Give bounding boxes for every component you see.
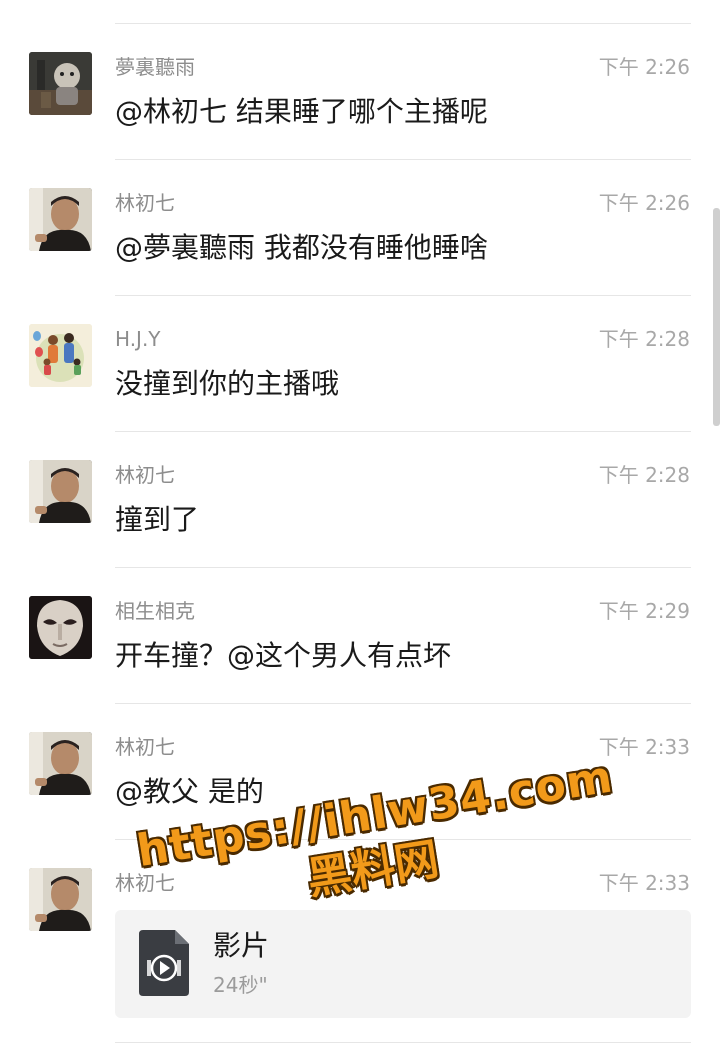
message-time: 下午 2:29 bbox=[598, 599, 690, 623]
message-time: 下午 2:33 bbox=[598, 871, 690, 895]
baby-figure-avatar[interactable] bbox=[29, 52, 92, 115]
message-text: 没撞到你的主播哦 bbox=[115, 367, 340, 400]
man-portrait-avatar[interactable] bbox=[29, 732, 92, 795]
sender-name: H.J.Y bbox=[115, 327, 161, 351]
mask-avatar[interactable] bbox=[29, 596, 92, 659]
message-item[interactable]: 林初七 下午 2:28 撞到了 bbox=[0, 432, 720, 568]
file-duration: 24秒" bbox=[213, 973, 268, 997]
message-time: 下午 2:26 bbox=[598, 55, 690, 79]
message-time: 下午 2:33 bbox=[598, 735, 690, 759]
sender-name: 夢裏聽雨 bbox=[115, 55, 195, 79]
scrollbar[interactable] bbox=[713, 208, 720, 426]
chat-history-page: 夢裏聽雨 下午 2:26 @林初七 结果睡了哪个主播呢 林初七 下午 2:26 … bbox=[0, 0, 720, 1049]
sender-name: 林初七 bbox=[115, 463, 175, 487]
sender-name: 林初七 bbox=[115, 735, 175, 759]
message-text: 撞到了 bbox=[115, 503, 200, 536]
message-time: 下午 2:26 bbox=[598, 191, 690, 215]
man-portrait-avatar[interactable] bbox=[29, 868, 92, 931]
message-item[interactable]: H.J.Y 下午 2:28 没撞到你的主播哦 bbox=[0, 296, 720, 432]
message-item[interactable]: 林初七 下午 2:26 @夢裏聽雨 我都没有睡他睡啥 bbox=[0, 160, 720, 296]
message-text: @夢裏聽雨 我都没有睡他睡啥 bbox=[115, 231, 488, 264]
message-time: 下午 2:28 bbox=[598, 327, 690, 351]
sender-name: 林初七 bbox=[115, 191, 175, 215]
divider bbox=[115, 1042, 691, 1043]
message-text: @林初七 结果睡了哪个主播呢 bbox=[115, 95, 488, 128]
message-item[interactable]: 夢裏聽雨 下午 2:26 @林初七 结果睡了哪个主播呢 bbox=[0, 24, 720, 160]
family-cartoon-avatar[interactable] bbox=[29, 324, 92, 387]
message-time: 下午 2:28 bbox=[598, 463, 690, 487]
sender-name: 相生相克 bbox=[115, 599, 195, 623]
message-item[interactable]: 相生相克 下午 2:29 开车撞？@这个男人有点坏 bbox=[0, 568, 720, 704]
man-portrait-avatar[interactable] bbox=[29, 460, 92, 523]
man-portrait-avatar[interactable] bbox=[29, 188, 92, 251]
message-text: @教父 是的 bbox=[115, 775, 264, 808]
message-text: 开车撞？@这个男人有点坏 bbox=[115, 639, 452, 672]
